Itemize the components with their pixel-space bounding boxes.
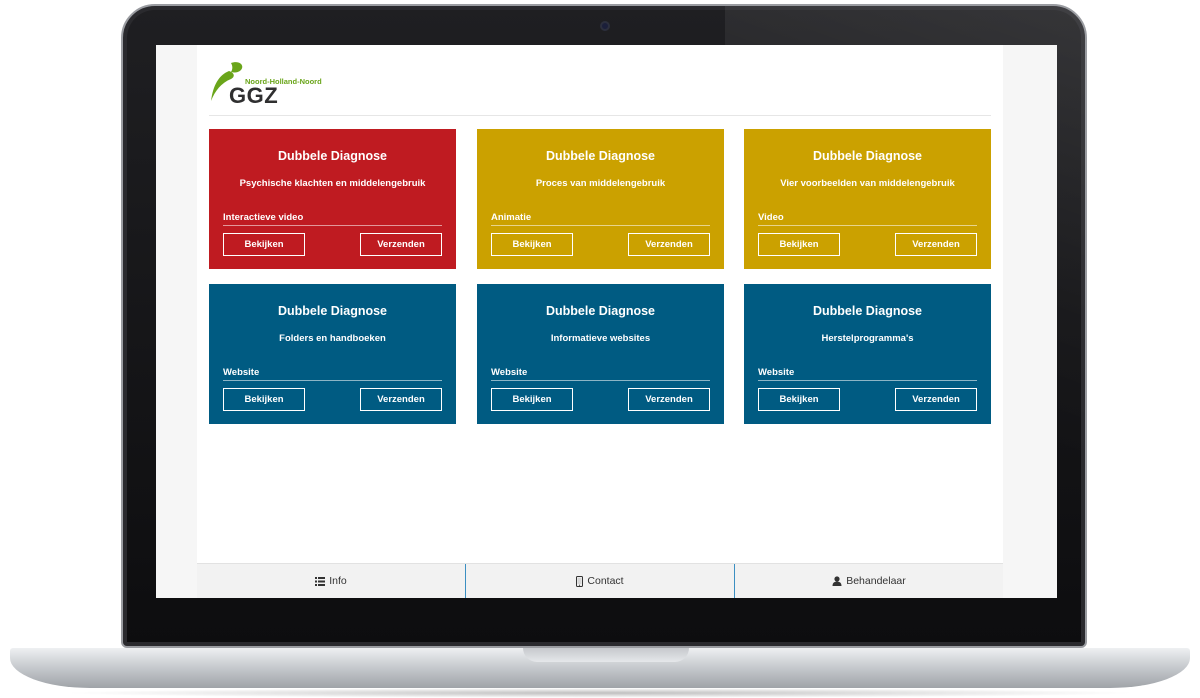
card-title: Dubbele Diagnose bbox=[812, 304, 923, 318]
send-button[interactable]: Verzenden bbox=[360, 233, 442, 256]
card-subtitle: Folders en handboeken bbox=[279, 333, 386, 344]
card-title: Dubbele Diagnose bbox=[277, 149, 388, 163]
card-media-type: Video bbox=[758, 212, 784, 223]
footer-tab-behandelaar[interactable]: Behandelaar bbox=[734, 564, 1003, 598]
screen: Noord-Holland-Noord GGZ Dubbele Diagnose… bbox=[156, 45, 1057, 598]
card-subtitle: Proces van middelengebruik bbox=[535, 178, 666, 189]
send-button[interactable]: Verzenden bbox=[895, 388, 977, 411]
view-button[interactable]: Bekijken bbox=[491, 233, 573, 256]
laptop-notch bbox=[523, 648, 689, 662]
card-divider bbox=[758, 225, 977, 226]
view-button[interactable]: Bekijken bbox=[223, 233, 305, 256]
card-subtitle: Psychische klachten en middelengebruik bbox=[239, 178, 426, 189]
footer-nav: Info Contact Behandelaar bbox=[197, 563, 1003, 598]
card-divider bbox=[491, 225, 710, 226]
card-informatieve-websites: Dubbele Diagnose Informatieve websites W… bbox=[477, 284, 724, 424]
card-divider bbox=[491, 380, 710, 381]
send-button[interactable]: Verzenden bbox=[628, 233, 710, 256]
list-icon bbox=[315, 576, 326, 586]
view-button[interactable]: Bekijken bbox=[758, 388, 840, 411]
card-media-type: Website bbox=[223, 367, 260, 378]
card-media-type: Interactieve video bbox=[223, 212, 304, 223]
card-title: Dubbele Diagnose bbox=[545, 149, 656, 163]
card-divider bbox=[758, 380, 977, 381]
card-psychische-klachten: Dubbele Diagnose Psychische klachten en … bbox=[209, 129, 456, 269]
footer-tab-label: Info bbox=[329, 575, 347, 587]
view-button[interactable]: Bekijken bbox=[758, 233, 840, 256]
card-herstelprogrammas: Dubbele Diagnose Herstelprogramma's Webs… bbox=[744, 284, 991, 424]
card-vier-voorbeelden: Dubbele Diagnose Vier voorbeelden van mi… bbox=[744, 129, 991, 269]
card-divider bbox=[223, 225, 442, 226]
card-title: Dubbele Diagnose bbox=[277, 304, 388, 318]
send-button[interactable]: Verzenden bbox=[360, 388, 442, 411]
footer-tab-contact[interactable]: Contact bbox=[465, 564, 734, 598]
mobile-phone-icon bbox=[576, 575, 584, 587]
send-button[interactable]: Verzenden bbox=[895, 233, 977, 256]
camera-icon bbox=[600, 21, 610, 31]
header-divider bbox=[209, 115, 991, 116]
card-subtitle: Informatieve websites bbox=[550, 333, 651, 344]
send-button[interactable]: Verzenden bbox=[628, 388, 710, 411]
ggz-logo[interactable]: Noord-Holland-Noord GGZ bbox=[209, 61, 339, 108]
view-button[interactable]: Bekijken bbox=[223, 388, 305, 411]
card-divider bbox=[223, 380, 442, 381]
card-subtitle: Vier voorbeelden van middelengebruik bbox=[780, 178, 955, 189]
view-button[interactable]: Bekijken bbox=[491, 388, 573, 411]
card-title: Dubbele Diagnose bbox=[812, 149, 923, 163]
laptop-shadow bbox=[60, 688, 1140, 698]
user-icon bbox=[832, 576, 842, 586]
card-folders-handboeken: Dubbele Diagnose Folders en handboeken W… bbox=[209, 284, 456, 424]
card-media-type: Website bbox=[758, 367, 795, 378]
footer-tab-info[interactable]: Info bbox=[197, 564, 465, 598]
footer-tab-label: Contact bbox=[587, 575, 624, 587]
web-page: Noord-Holland-Noord GGZ Dubbele Diagnose… bbox=[197, 45, 1003, 598]
card-subtitle: Herstelprogramma's bbox=[821, 333, 914, 344]
card-media-type: Animatie bbox=[491, 212, 532, 223]
logo-wordmark: GGZ bbox=[229, 83, 279, 108]
card-media-type: Website bbox=[491, 367, 528, 378]
footer-tab-label: Behandelaar bbox=[846, 575, 906, 587]
card-title: Dubbele Diagnose bbox=[545, 304, 656, 318]
card-proces-middelengebruik: Dubbele Diagnose Proces van middelengebr… bbox=[477, 129, 724, 269]
